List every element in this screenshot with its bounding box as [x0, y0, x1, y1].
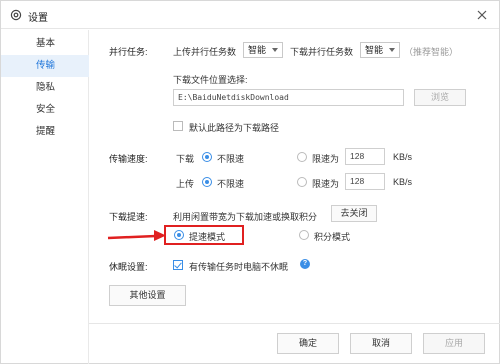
speed-section-label: 传输速度:: [109, 154, 148, 164]
help-icon[interactable]: ?: [300, 259, 310, 269]
download-limit-radio[interactable]: [297, 152, 307, 162]
points-mode-label: 积分模式: [314, 232, 351, 242]
browse-button[interactable]: 浏览: [414, 89, 466, 106]
speed-mode-label: 提速模式: [189, 232, 226, 242]
download-parallel-select[interactable]: 智能: [360, 42, 400, 58]
upload-speed-label: 上传: [176, 179, 195, 189]
sleep-section-label: 休眠设置:: [109, 262, 148, 272]
upload-parallel-value: 智能: [248, 45, 267, 55]
download-limit-unit: KB/s: [393, 152, 413, 162]
gear-icon: [10, 9, 22, 21]
chevron-down-icon: [272, 48, 278, 52]
boost-section-label: 下载提速:: [109, 212, 148, 222]
upload-limit-unit: KB/s: [393, 177, 413, 187]
points-mode-radio[interactable]: [299, 230, 309, 240]
boost-description: 利用闲置带宽为下载加速或换取积分: [173, 212, 318, 222]
sidebar-item-security[interactable]: 安全: [1, 99, 89, 121]
upload-parallel-label: 上传并行任务数: [173, 47, 237, 57]
settings-sidebar: 基本 传输 隐私 安全 提醒: [1, 30, 89, 364]
download-parallel-value: 智能: [365, 45, 384, 55]
sidebar-item-basic[interactable]: 基本: [1, 33, 89, 55]
close-icon: [477, 10, 487, 20]
default-path-checkbox[interactable]: [173, 121, 183, 131]
download-unlimited-radio[interactable]: [202, 152, 212, 162]
ok-button[interactable]: 确定: [277, 333, 339, 354]
apply-button[interactable]: 应用: [423, 333, 485, 354]
recommend-note: （推荐智能）: [404, 47, 459, 57]
chevron-down-icon: [389, 48, 395, 52]
boost-toggle-button[interactable]: 去关闭: [331, 205, 377, 222]
upload-limit-label: 限速为: [312, 179, 340, 189]
default-path-label: 默认此路径为下载路径: [189, 123, 280, 133]
close-button[interactable]: [473, 6, 491, 24]
cancel-button[interactable]: 取消: [350, 333, 412, 354]
parallel-section-label: 并行任务:: [109, 47, 148, 57]
annotation-arrow-icon: [107, 230, 166, 241]
upload-limit-input[interactable]: 128: [345, 173, 385, 190]
sidebar-item-reminder[interactable]: 提醒: [1, 121, 89, 143]
download-location-label: 下载文件位置选择:: [173, 75, 248, 85]
upload-unlimited-label: 不限速: [217, 179, 245, 189]
download-parallel-label: 下载并行任务数: [290, 47, 354, 57]
download-path-field[interactable]: E:\BaiduNetdiskDownload: [173, 89, 404, 106]
settings-window: 设置 基本 传输 隐私 安全 提醒 并行任务: 上传并行任务数 智能 下载并行任…: [0, 0, 500, 364]
sidebar-item-transfer[interactable]: 传输: [1, 55, 89, 77]
no-sleep-checkbox[interactable]: [173, 260, 183, 270]
download-limit-label: 限速为: [312, 154, 340, 164]
download-limit-input[interactable]: 128: [345, 148, 385, 165]
upload-limit-radio[interactable]: [297, 177, 307, 187]
footer-divider: [89, 323, 500, 324]
no-sleep-label: 有传输任务时电脑不休眠: [189, 262, 289, 272]
upload-parallel-select[interactable]: 智能: [243, 42, 283, 58]
title-bar: 设置: [1, 1, 499, 29]
other-settings-button[interactable]: 其他设置: [109, 285, 186, 306]
download-speed-label: 下载: [176, 154, 195, 164]
sidebar-item-privacy[interactable]: 隐私: [1, 77, 89, 99]
download-unlimited-label: 不限速: [217, 154, 245, 164]
upload-unlimited-radio[interactable]: [202, 177, 212, 187]
speed-mode-radio[interactable]: [174, 230, 184, 240]
window-title: 设置: [28, 13, 48, 24]
